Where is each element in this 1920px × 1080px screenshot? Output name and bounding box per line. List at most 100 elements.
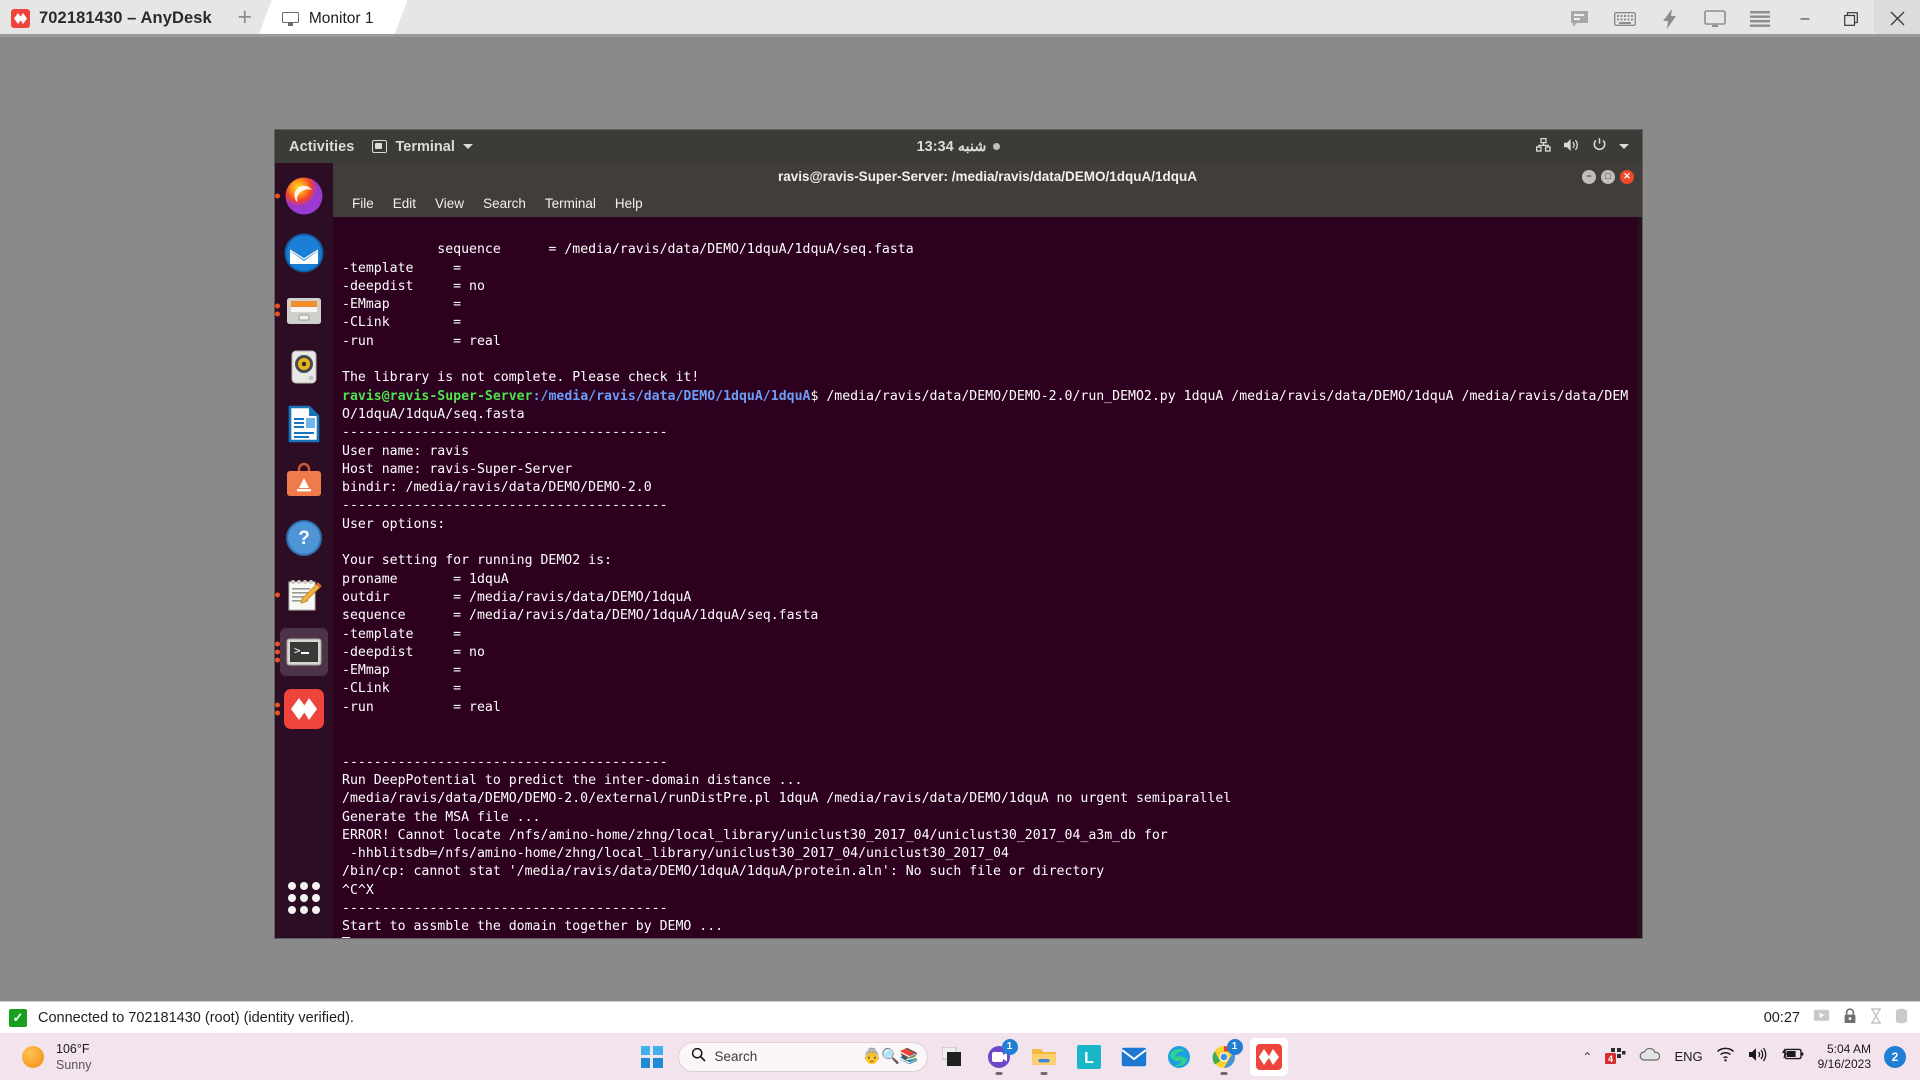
svg-text:?: ?: [298, 528, 310, 549]
display-icon[interactable]: [1692, 0, 1737, 37]
weather-widget[interactable]: 106°F Sunny: [0, 1041, 91, 1073]
dock-item-files[interactable]: [275, 286, 328, 334]
menu-hamburger-icon[interactable]: [1737, 0, 1782, 37]
maximize-button[interactable]: [1828, 0, 1874, 37]
dock-item-thunderbird[interactable]: [280, 229, 328, 277]
ubuntu-body: ? > ravis@ravis-Super-Server: /media/rav…: [275, 163, 1642, 938]
close-button[interactable]: [1874, 0, 1920, 37]
screen-record-icon[interactable]: [1813, 1009, 1830, 1026]
search-placeholder: Search: [714, 1049, 758, 1064]
search-input[interactable]: Search 👵🔍📚: [677, 1041, 928, 1072]
terminal-output-after: ----------------------------------------…: [342, 425, 1232, 935]
taskbar-app-libreoffice[interactable]: L: [1070, 1038, 1108, 1076]
apps-tray-badge: 4: [1608, 1054, 1613, 1064]
menu-terminal[interactable]: Terminal: [545, 196, 596, 211]
ubuntu-software-icon: [284, 461, 324, 501]
dock-item-anydesk[interactable]: [275, 685, 328, 733]
keyboard-icon[interactable]: [1602, 0, 1647, 37]
terminal-scrollbar[interactable]: [1637, 217, 1642, 938]
prompt-path: :/media/ravis/data/DEMO/1dquA/1dquA: [532, 388, 811, 404]
session-timer: 00:27: [1763, 1009, 1800, 1026]
menu-view[interactable]: View: [435, 196, 464, 211]
onedrive-icon[interactable]: [1639, 1047, 1661, 1066]
taskbar-app-task-view[interactable]: [935, 1038, 973, 1076]
anydesk-statusbar: ✓ Connected to 702181430 (root) (identit…: [0, 1001, 1920, 1033]
taskbar-app-microsoft-edge[interactable]: [1160, 1038, 1198, 1076]
show-applications-button[interactable]: [280, 874, 328, 922]
menu-search[interactable]: Search: [483, 196, 526, 211]
dock-item-libreoffice-writer[interactable]: [280, 400, 328, 448]
battery-charging-icon[interactable]: [1781, 1047, 1805, 1066]
minimize-button[interactable]: –: [1782, 0, 1828, 37]
menu-help[interactable]: Help: [615, 196, 643, 211]
dock-item-ubuntu-software[interactable]: [280, 457, 328, 505]
dock-item-text-editor[interactable]: [275, 571, 328, 619]
tray-language[interactable]: ENG: [1674, 1049, 1702, 1064]
running-indicator: [275, 641, 280, 663]
prompt-sigil: $: [810, 388, 827, 404]
dock-item-rhythmbox[interactable]: [280, 343, 328, 391]
notification-dot-icon: [993, 143, 1001, 150]
anydesk-logo-icon: [11, 9, 30, 28]
terminal-cursor: [342, 936, 350, 938]
connection-status: ✓ Connected to 702181430 (root) (identit…: [9, 1008, 354, 1027]
anydesk-titlebar: 702181430 – AnyDesk + Monitor 1 –: [0, 0, 1920, 37]
tab-monitor-1[interactable]: Monitor 1: [258, 0, 408, 37]
tray-clock[interactable]: 5:04 AM 9/16/2023: [1818, 1042, 1871, 1072]
chat-icon[interactable]: [1557, 0, 1602, 37]
connection-status-text: Connected to 702181430 (root) (identity …: [38, 1009, 354, 1026]
statusbar-right: 00:27: [1764, 1008, 1908, 1027]
menu-edit[interactable]: Edit: [393, 196, 416, 211]
text-editor-icon: [284, 575, 324, 615]
dock-item-firefox[interactable]: [275, 172, 328, 220]
gnome-topbar: Activities Terminal شنبه 13:34: [275, 130, 1642, 163]
new-tab-button[interactable]: +: [226, 0, 264, 37]
firefox-icon: [284, 176, 324, 216]
remote-desktop-viewport[interactable]: Activities Terminal شنبه 13:34 ? > ravis…: [0, 37, 1920, 1001]
dock-item-help[interactable]: ?: [280, 514, 328, 562]
actions-lightning-icon[interactable]: [1647, 0, 1692, 37]
lock-icon[interactable]: [1843, 1008, 1857, 1027]
terminal-output-before: sequence = /media/ravis/data/DEMO/1dquA/…: [342, 242, 914, 386]
terminal-menubar: File Edit View Search Terminal Help: [333, 190, 1642, 217]
terminal-screen[interactable]: sequence = /media/ravis/data/DEMO/1dquA/…: [333, 217, 1642, 938]
new-tab-label: +: [237, 2, 253, 31]
apps-tray-icon[interactable]: 4: [1605, 1047, 1626, 1066]
taskbar-tray: ⌃ 4 ENG 5:04 AM 9/16/2023 2: [1582, 1042, 1920, 1072]
menu-file[interactable]: File: [352, 196, 374, 211]
taskbar-app-mail[interactable]: [1115, 1038, 1153, 1076]
taskbar-app-file-explorer[interactable]: [1025, 1038, 1063, 1076]
terminal-maximize-button[interactable]: □: [1601, 169, 1615, 184]
taskbar-app-microsoft-teams[interactable]: 1: [980, 1038, 1018, 1076]
search-icon: [691, 1047, 706, 1067]
sun-icon: [22, 1045, 44, 1068]
tray-expand-chevron-icon[interactable]: ⌃: [1582, 1050, 1592, 1064]
wifi-icon[interactable]: [1716, 1047, 1735, 1067]
storage-icon[interactable]: [1895, 1008, 1908, 1027]
svg-text:L: L: [1084, 1050, 1094, 1067]
hourglass-icon[interactable]: [1870, 1008, 1882, 1027]
libreoffice-writer-icon: [284, 404, 324, 444]
ubuntu-remote-screen: Activities Terminal شنبه 13:34 ? > ravis…: [275, 130, 1642, 938]
taskbar-app-anydesk[interactable]: [1249, 1037, 1288, 1076]
tray-date: 9/16/2023: [1817, 1056, 1871, 1071]
terminal-minimize-button[interactable]: −: [1582, 169, 1596, 184]
terminal-window: ravis@ravis-Super-Server: /media/ravis/d…: [333, 163, 1642, 938]
start-button[interactable]: [633, 1038, 671, 1076]
terminal-close-button[interactable]: ✕: [1620, 169, 1634, 184]
gnome-clock[interactable]: شنبه 13:34: [275, 139, 1642, 155]
anydesk-window-title: 702181430 – AnyDesk: [39, 9, 212, 27]
anydesk-brand: 702181430 – AnyDesk: [0, 0, 226, 37]
notification-badge[interactable]: 2: [1884, 1045, 1906, 1068]
terminal-titlebar[interactable]: ravis@ravis-Super-Server: /media/ravis/d…: [333, 163, 1642, 190]
running-indicator: [275, 303, 280, 317]
taskbar-app-google-chrome[interactable]: 1: [1205, 1038, 1243, 1076]
windows-taskbar: 106°F Sunny Search 👵🔍📚 1 L 1 ⌃ 4 ENG 5:0…: [0, 1033, 1920, 1080]
terminal-window-controls: − □ ✕: [1582, 163, 1634, 190]
weather-condition: Sunny: [56, 1057, 92, 1072]
dock-item-terminal[interactable]: >: [275, 628, 328, 676]
files-icon: [284, 290, 324, 330]
prompt-user: ravis@ravis-Super-Server: [342, 388, 533, 404]
gnome-clock-label: شنبه 13:34: [916, 138, 987, 155]
volume-icon[interactable]: [1748, 1047, 1768, 1067]
